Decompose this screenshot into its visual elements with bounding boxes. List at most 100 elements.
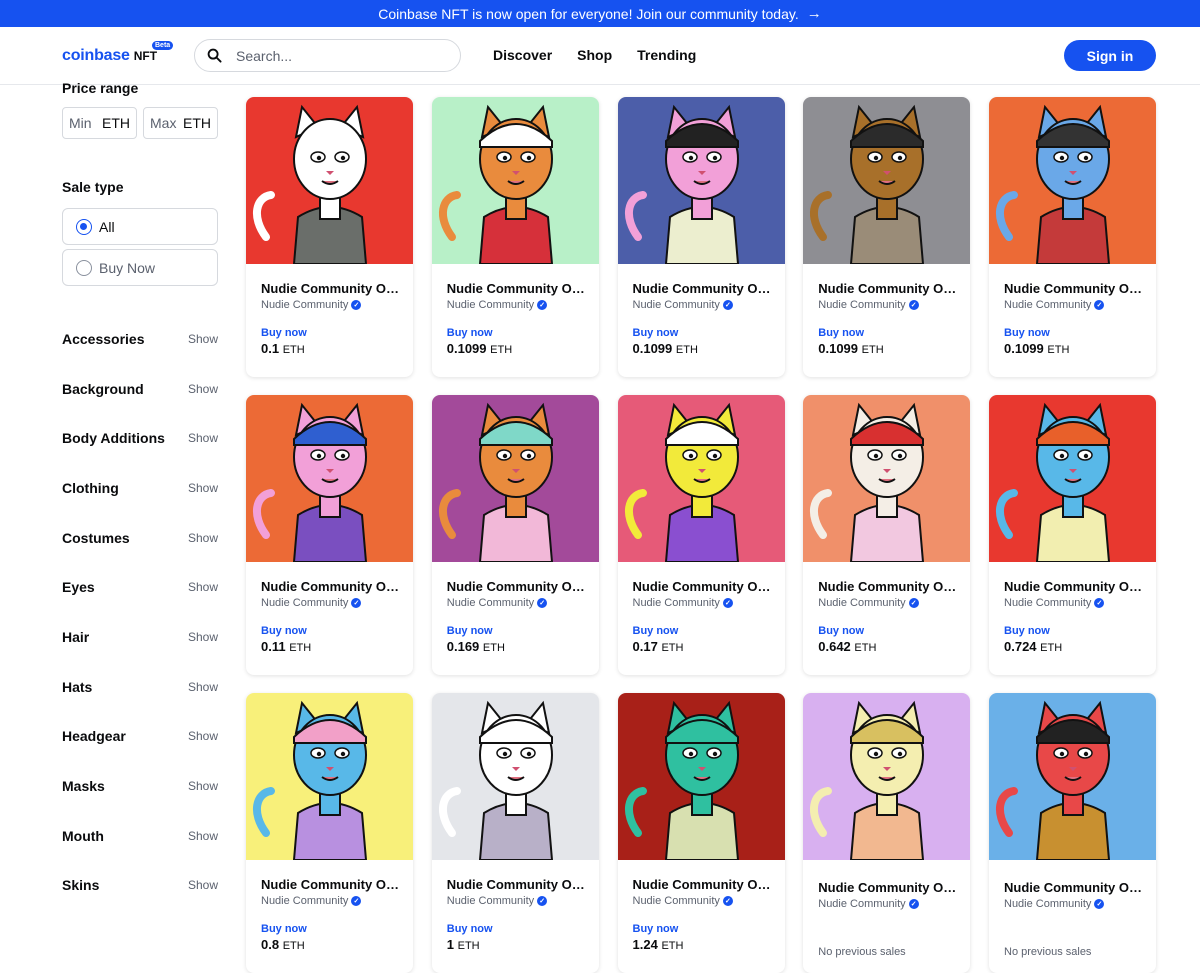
radio-selected-icon[interactable]	[76, 218, 92, 235]
nft-title[interactable]: Nudie Community O…	[261, 877, 398, 892]
nft-artwork-image[interactable]	[989, 395, 1156, 562]
collection-name[interactable]: Nudie Community ✓	[633, 895, 770, 907]
show-toggle[interactable]: Show	[188, 829, 218, 843]
collection-name[interactable]: Nudie Community ✓	[447, 299, 584, 311]
buy-now-link[interactable]: Buy now	[633, 327, 770, 339]
buy-now-link[interactable]: Buy now	[447, 923, 584, 935]
collection-name[interactable]: Nudie Community ✓	[818, 898, 955, 910]
nft-card[interactable]: Nudie Community O… Nudie Community ✓ Buy no…	[431, 693, 599, 973]
banner-text[interactable]: Coinbase NFT is now open for everyone! J…	[378, 6, 798, 22]
nft-card[interactable]: Nudie Community O… Nudie Community ✓ Buy no…	[431, 395, 599, 675]
collection-name[interactable]: Nudie Community ✓	[818, 299, 955, 311]
collection-name[interactable]: Nudie Community ✓	[447, 597, 584, 609]
nav-shop[interactable]: Shop	[577, 47, 612, 63]
nft-card[interactable]: Nudie Community O… Nudie Community ✓ Buy no…	[246, 395, 413, 675]
nft-artwork-image[interactable]	[431, 395, 599, 562]
show-toggle[interactable]: Show	[188, 431, 218, 445]
nft-artwork-image[interactable]	[246, 395, 413, 562]
nft-card[interactable]: Nudie Community O… Nudie Community ✓ Buy no…	[617, 97, 785, 377]
nft-card[interactable]: Nudie Community O… Nudie Community ✓ Buy no…	[246, 97, 413, 377]
nft-title[interactable]: Nudie Community O…	[447, 877, 584, 892]
nft-title[interactable]: Nudie Community O…	[1004, 579, 1141, 594]
nft-artwork-image[interactable]	[803, 693, 971, 860]
nft-card[interactable]: Nudie Community O… Nudie Community ✓ Buy no…	[431, 97, 599, 377]
nft-artwork-image[interactable]	[246, 693, 413, 860]
nft-artwork-image[interactable]	[989, 97, 1156, 264]
nav-trending[interactable]: Trending	[637, 47, 696, 63]
collection-name[interactable]: Nudie Community ✓	[633, 299, 770, 311]
min-price-field[interactable]: Min ETH	[62, 107, 137, 139]
collection-name[interactable]: Nudie Community ✓	[1004, 299, 1141, 311]
show-toggle[interactable]: Show	[188, 382, 218, 396]
nft-card[interactable]: Nudie Community O… Nudie Community ✓ Buy no…	[989, 97, 1156, 377]
collection-name[interactable]: Nudie Community ✓	[261, 597, 398, 609]
buy-now-link[interactable]: Buy now	[633, 625, 770, 637]
filter-eyes[interactable]: Eyes Show	[62, 562, 218, 612]
search-bar[interactable]	[194, 39, 461, 72]
filter-masks[interactable]: Masks Show	[62, 761, 218, 811]
buy-now-link[interactable]: Buy now	[261, 923, 398, 935]
collection-name[interactable]: Nudie Community ✓	[261, 299, 398, 311]
nft-artwork-image[interactable]	[246, 97, 413, 264]
announcement-banner[interactable]: Coinbase NFT is now open for everyone! J…	[0, 0, 1200, 27]
buy-now-link[interactable]: Buy now	[1004, 327, 1141, 339]
search-input[interactable]	[236, 47, 436, 64]
nft-title[interactable]: Nudie Community O…	[633, 281, 770, 296]
filter-mouth[interactable]: Mouth Show	[62, 811, 218, 861]
buy-now-link[interactable]: Buy now	[633, 923, 770, 935]
filter-clothing[interactable]: Clothing Show	[62, 463, 218, 513]
filter-headgear[interactable]: Headgear Show	[62, 712, 218, 762]
buy-now-link[interactable]: Buy now	[261, 327, 398, 339]
coinbase-nft-logo[interactable]: coinbase NFT Beta	[62, 41, 174, 65]
filter-hats[interactable]: Hats Show	[62, 662, 218, 712]
show-toggle[interactable]: Show	[188, 680, 218, 694]
collection-name[interactable]: Nudie Community ✓	[1004, 597, 1141, 609]
nft-card[interactable]: Nudie Community O… Nudie Community ✓ Buy no…	[803, 97, 971, 377]
buy-now-link[interactable]: Buy now	[447, 327, 584, 339]
filter-skins[interactable]: Skins Show	[62, 861, 218, 911]
show-toggle[interactable]: Show	[188, 481, 218, 495]
filter-accessories[interactable]: Accessories Show	[62, 314, 218, 364]
filter-hair[interactable]: Hair Show	[62, 612, 218, 662]
buy-now-link[interactable]: Buy now	[447, 625, 584, 637]
nft-title[interactable]: Nudie Community O…	[818, 579, 955, 594]
nft-title[interactable]: Nudie Community O…	[261, 281, 398, 296]
radio-unselected-icon[interactable]	[76, 259, 92, 276]
max-price-field[interactable]: Max ETH	[143, 107, 218, 139]
nft-card[interactable]: Nudie Community O… Nudie Community ✓ Buy no…	[617, 693, 785, 973]
nft-artwork-image[interactable]	[431, 693, 599, 860]
buy-now-link[interactable]: Buy now	[818, 327, 955, 339]
buy-now-link[interactable]: Buy now	[261, 625, 398, 637]
nft-artwork-image[interactable]	[617, 693, 785, 860]
collection-name[interactable]: Nudie Community ✓	[633, 597, 770, 609]
sale-option-buy-now[interactable]: Buy Now	[62, 249, 218, 286]
collection-name[interactable]: Nudie Community ✓	[1004, 898, 1141, 910]
nft-title[interactable]: Nudie Community O…	[1004, 281, 1141, 296]
nft-card[interactable]: Nudie Community O… Nudie Community ✓ No pre…	[803, 693, 971, 973]
nav-discover[interactable]: Discover	[493, 47, 552, 63]
show-toggle[interactable]: Show	[188, 531, 218, 545]
collection-name[interactable]: Nudie Community ✓	[818, 597, 955, 609]
nft-artwork-image[interactable]	[617, 395, 785, 562]
show-toggle[interactable]: Show	[188, 878, 218, 892]
nft-card[interactable]: Nudie Community O… Nudie Community ✓ Buy no…	[989, 395, 1156, 675]
nft-artwork-image[interactable]	[803, 395, 971, 562]
nft-title[interactable]: Nudie Community O…	[818, 281, 955, 296]
show-toggle[interactable]: Show	[188, 332, 218, 346]
sign-in-button[interactable]: Sign in	[1064, 40, 1156, 71]
filter-body-additions[interactable]: Body Additions Show	[62, 413, 218, 463]
buy-now-link[interactable]: Buy now	[1004, 625, 1141, 637]
nft-title[interactable]: Nudie Community O…	[1004, 880, 1141, 895]
nft-title[interactable]: Nudie Community O…	[633, 877, 770, 892]
nft-artwork-image[interactable]	[617, 97, 785, 264]
show-toggle[interactable]: Show	[188, 729, 218, 743]
show-toggle[interactable]: Show	[188, 580, 218, 594]
nft-title[interactable]: Nudie Community O…	[447, 579, 584, 594]
sale-option-all[interactable]: All	[62, 208, 218, 245]
collection-name[interactable]: Nudie Community ✓	[447, 895, 584, 907]
nft-card[interactable]: Nudie Community O… Nudie Community ✓ Buy no…	[617, 395, 785, 675]
nft-card[interactable]: Nudie Community O… Nudie Community ✓ Buy no…	[803, 395, 971, 675]
nft-artwork-image[interactable]	[989, 693, 1156, 860]
nft-card[interactable]: Nudie Community O… Nudie Community ✓ No pre…	[989, 693, 1156, 973]
nft-title[interactable]: Nudie Community O…	[818, 880, 955, 895]
